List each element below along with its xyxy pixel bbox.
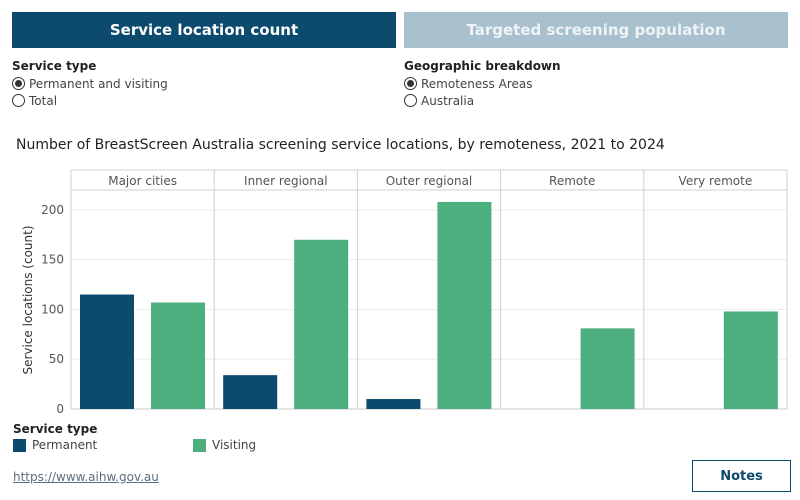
y-tick-label: 100	[41, 302, 64, 316]
bar-permanent	[223, 375, 278, 409]
legend-label: Visiting	[212, 438, 257, 452]
bar-visiting	[437, 201, 492, 409]
bar-visiting	[294, 239, 349, 409]
legend-swatch-visiting	[193, 438, 206, 452]
legend-label: Permanent	[32, 438, 98, 452]
notes-button[interactable]: Notes	[692, 460, 791, 492]
legend-swatch-permanent	[13, 438, 26, 452]
category-header-label: Inner regional	[244, 174, 328, 188]
y-axis-label: Service locations (count)	[21, 225, 35, 374]
bar-permanent	[80, 294, 134, 409]
category-header-label: Remote	[549, 174, 595, 188]
y-tick-label: 150	[41, 253, 64, 267]
legend-item-visiting[interactable]: Visiting	[193, 438, 256, 452]
bar-chart: Major cities Inner regional Outer regional…	[21, 169, 788, 416]
bar-visiting	[151, 302, 205, 409]
y-tick-label: 0	[56, 402, 64, 416]
category-header-label: Very remote	[679, 174, 753, 188]
bar-visiting	[580, 328, 635, 409]
legend-title: Service type	[13, 422, 98, 436]
legend-item-permanent[interactable]: Permanent	[13, 438, 193, 452]
legend: Service type Permanent Visiting	[13, 422, 256, 452]
y-tick-label: 50	[49, 352, 64, 366]
aihw-link[interactable]: https://www.aihw.gov.au	[13, 470, 159, 484]
category-header-label: Major cities	[108, 174, 177, 188]
y-tick-label: 200	[41, 203, 64, 217]
bar-visiting	[723, 311, 778, 409]
bar-permanent	[366, 399, 421, 409]
category-header-label: Outer regional	[386, 174, 473, 188]
